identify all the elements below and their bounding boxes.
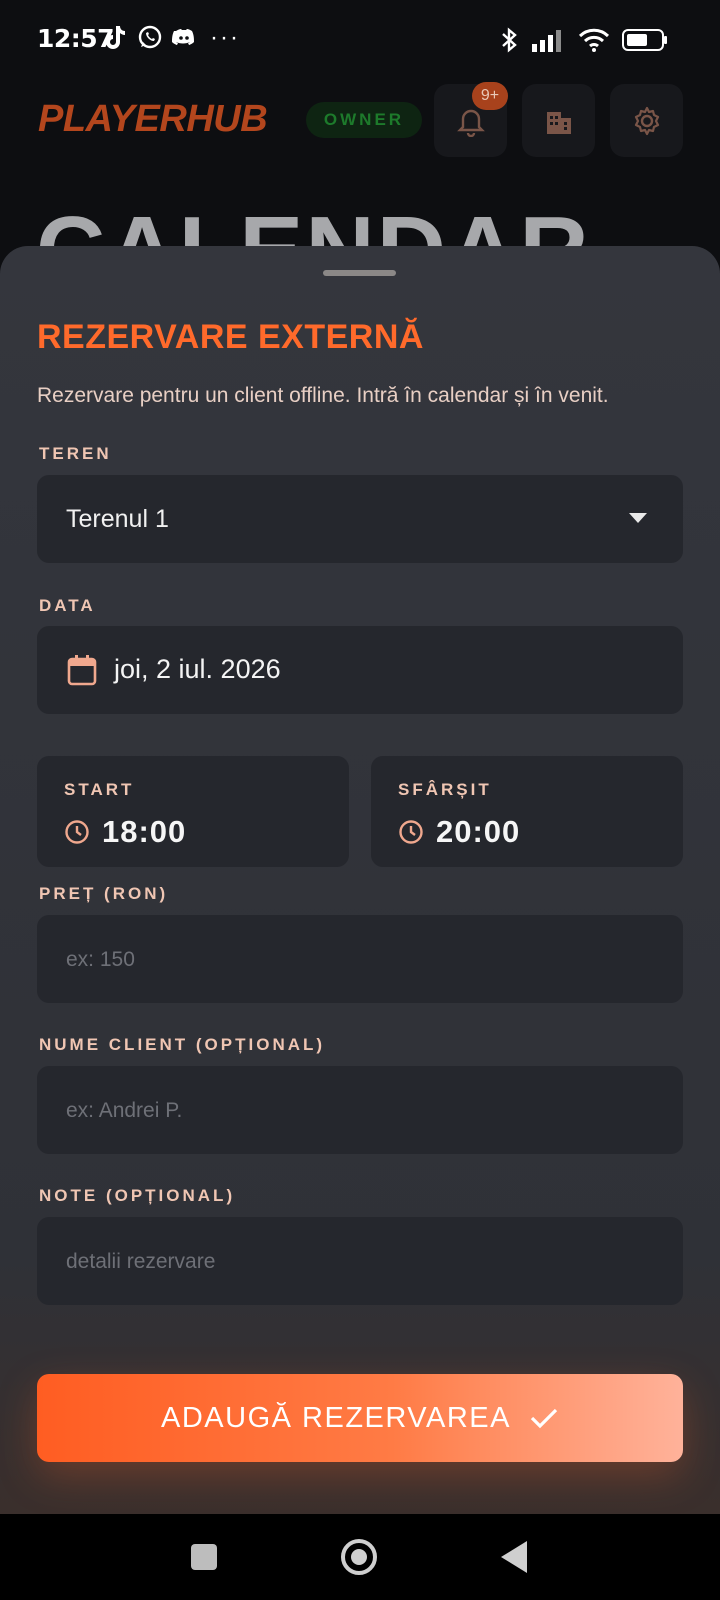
system-nav-bar — [0, 1514, 720, 1600]
status-bar: 12:57 ··· — [0, 0, 720, 80]
tiktok-icon — [103, 24, 129, 50]
add-booking-button[interactable]: ADAUGĂ REZERVAREA — [37, 1374, 683, 1462]
price-placeholder: ex: 150 — [66, 948, 135, 971]
wifi-icon — [578, 28, 610, 52]
client-placeholder: ex: Andrei P. — [66, 1099, 183, 1122]
date-value: joi, 2 iul. 2026 — [114, 654, 281, 684]
court-select[interactable]: Terenul 1 — [37, 475, 683, 563]
organization-button[interactable] — [522, 84, 595, 157]
date-label: DATA — [39, 596, 96, 615]
end-label: SFÂRȘIT — [398, 780, 492, 799]
system-icons — [498, 26, 668, 54]
calendar-icon — [67, 655, 97, 686]
app-logo: PLAYERHUB — [38, 98, 268, 140]
start-time-picker[interactable]: START 18:00 — [37, 756, 349, 867]
settings-button[interactable] — [610, 84, 683, 157]
gear-icon — [634, 106, 659, 135]
price-input[interactable]: ex: 150 — [37, 915, 683, 1003]
sheet-drag-handle[interactable] — [323, 270, 396, 276]
end-time-picker[interactable]: SFÂRȘIT 20:00 — [371, 756, 683, 867]
client-label: NUME CLIENT (OPȚIONAL) — [39, 1035, 326, 1054]
check-icon — [530, 1408, 558, 1429]
role-badge: OWNER — [306, 102, 422, 138]
recents-button[interactable] — [191, 1544, 217, 1570]
app-header: PLAYERHUB OWNER — [0, 82, 720, 157]
add-booking-label: ADAUGĂ REZERVAREA — [161, 1401, 511, 1434]
notes-input[interactable]: detalii rezervare — [37, 1217, 683, 1305]
price-label: PREȚ (RON) — [39, 884, 169, 903]
discord-icon — [171, 24, 197, 50]
battery-icon — [622, 29, 667, 51]
bluetooth-icon — [502, 27, 517, 53]
notes-placeholder: detalii rezervare — [66, 1250, 216, 1273]
court-value: Terenul 1 — [66, 505, 169, 533]
notification-icons — [103, 24, 197, 50]
clock-icon — [399, 820, 423, 844]
clock-icon — [65, 820, 89, 844]
notification-count-badge: 9+ — [472, 82, 508, 110]
back-button[interactable] — [501, 1541, 527, 1573]
sheet-subtitle: Rezervare pentru un client offline. Intr… — [37, 384, 609, 407]
start-time-value: 18:00 — [102, 814, 187, 849]
home-button[interactable] — [341, 1539, 377, 1575]
date-picker[interactable]: joi, 2 iul. 2026 — [37, 626, 683, 714]
whatsapp-icon — [137, 24, 163, 50]
sheet-title: REZERVARE EXTERNĂ — [37, 318, 424, 356]
notes-label: NOTE (OPȚIONAL) — [39, 1186, 236, 1205]
start-label: START — [64, 780, 135, 799]
court-label: TEREN — [39, 444, 112, 463]
signal-icon — [532, 30, 561, 52]
more-notifications-icon: ··· — [210, 24, 240, 51]
end-time-value: 20:00 — [436, 814, 521, 849]
building-icon — [546, 111, 571, 134]
client-name-input[interactable]: ex: Andrei P. — [37, 1066, 683, 1154]
dropdown-arrow-icon — [629, 513, 647, 523]
external-booking-sheet: REZERVARE EXTERNĂ Rezervare pentru un cl… — [0, 246, 720, 1514]
